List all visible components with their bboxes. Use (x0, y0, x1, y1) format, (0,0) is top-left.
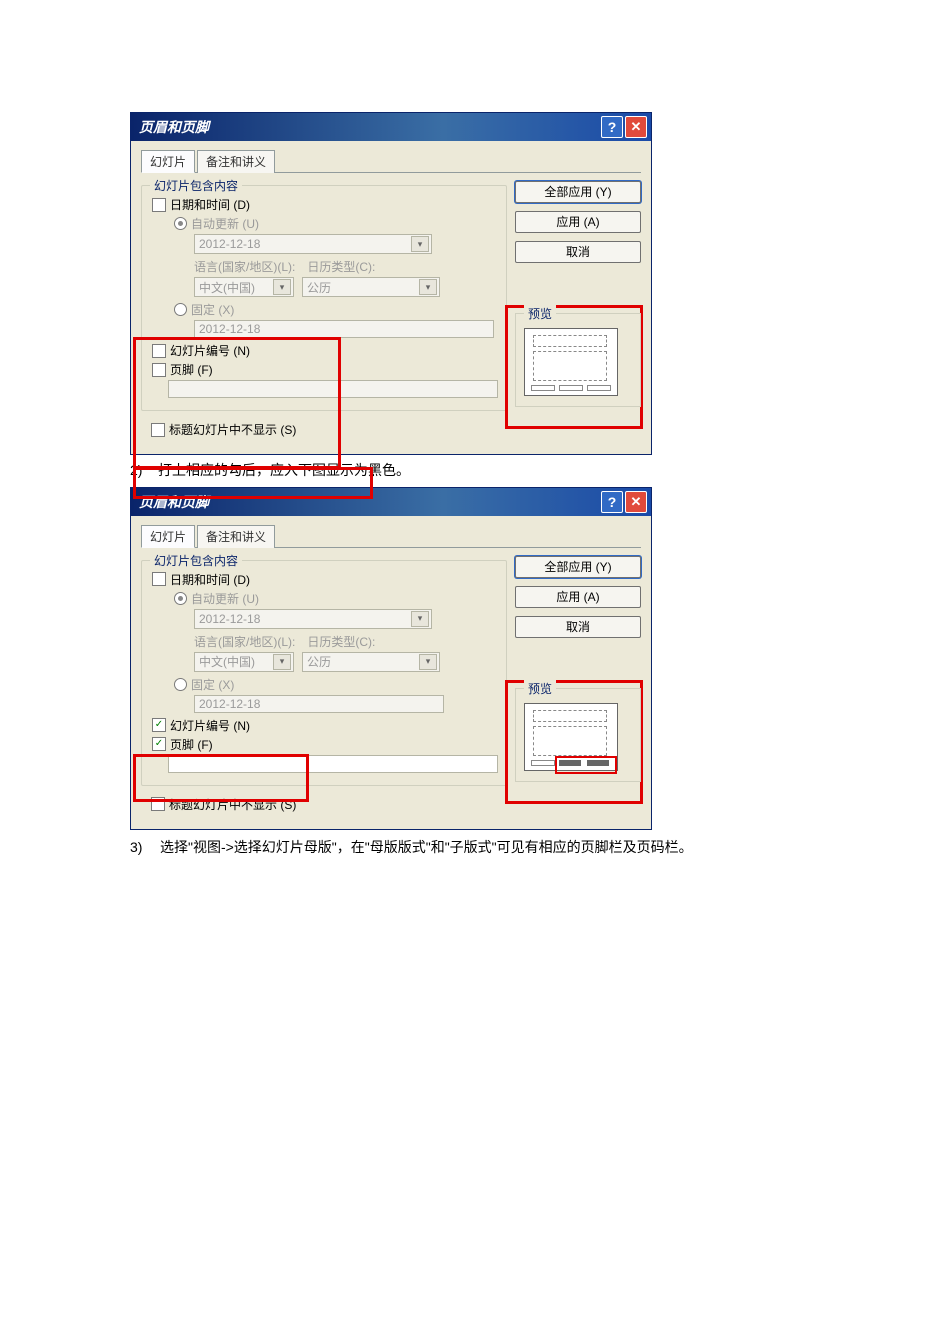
preview-label: 预览 (524, 680, 556, 697)
footer-text-input[interactable] (168, 380, 498, 398)
checkbox-not-on-title[interactable] (151, 797, 165, 811)
checkbox-slide-number[interactable]: ✓ (152, 718, 166, 732)
chevron-down-icon: ▾ (411, 611, 429, 627)
group-title: 幻灯片包含内容 (150, 177, 242, 194)
preview-group: 预览 (515, 313, 641, 407)
fixed-date-input[interactable]: 2012-12-18 (194, 320, 494, 338)
dialog-title: 页眉和页脚 (139, 492, 209, 512)
include-group: 幻灯片包含内容 日期和时间 (D) 自动更新 (U) 2012-12-18 (141, 185, 507, 411)
chevron-down-icon: ▾ (419, 654, 437, 670)
label-footer: 页脚 (F) (170, 361, 213, 378)
group-title: 幻灯片包含内容 (150, 552, 242, 569)
titlebar: 页眉和页脚 ? ✕ (131, 488, 651, 516)
fixed-date-input[interactable]: 2012-12-18 (194, 695, 444, 713)
checkbox-footer[interactable] (152, 363, 166, 377)
cancel-button[interactable]: 取消 (515, 241, 641, 263)
radio-auto-update[interactable] (174, 217, 187, 230)
apply-all-button[interactable]: 全部应用 (Y) (515, 181, 641, 203)
titlebar: 页眉和页脚 ? ✕ (131, 113, 651, 141)
header-footer-dialog-2: 页眉和页脚 ? ✕ 幻灯片 备注和讲义 幻灯片包含内容 日期和时间 (D) (130, 487, 652, 830)
preview-label: 预览 (524, 305, 556, 322)
header-footer-dialog-1: 页眉和页脚 ? ✕ 幻灯片 备注和讲义 幻灯片包含内容 日期和时间 (D) (130, 112, 652, 455)
checkbox-footer[interactable]: ✓ (152, 737, 166, 751)
help-button[interactable]: ? (601, 491, 623, 513)
label-auto-update: 自动更新 (U) (191, 215, 259, 232)
label-slide-number: 幻灯片编号 (N) (170, 717, 250, 734)
language-combo[interactable]: 中文(中国) ▾ (194, 277, 294, 297)
tab-notes[interactable]: 备注和讲义 (197, 150, 275, 173)
tab-slide[interactable]: 幻灯片 (141, 525, 195, 548)
label-slide-number: 幻灯片编号 (N) (170, 342, 250, 359)
chevron-down-icon: ▾ (411, 236, 429, 252)
tab-slide[interactable]: 幻灯片 (141, 150, 195, 173)
close-button[interactable]: ✕ (625, 116, 647, 138)
preview-slide (524, 703, 618, 771)
help-button[interactable]: ? (601, 116, 623, 138)
label-calendar: 日历类型(C): (307, 633, 375, 650)
close-button[interactable]: ✕ (625, 491, 647, 513)
tabs: 幻灯片 备注和讲义 (141, 149, 641, 173)
label-not-on-title: 标题幻灯片中不显示 (S) (169, 421, 296, 438)
checkbox-date-time[interactable] (152, 198, 166, 212)
radio-fixed[interactable] (174, 678, 187, 691)
label-fixed: 固定 (X) (191, 301, 234, 318)
dialog-title: 页眉和页脚 (139, 117, 209, 137)
checkbox-not-on-title[interactable] (151, 423, 165, 437)
step-2-text: 2)打上相应的勾后，应入下图显示为黑色。 (130, 459, 820, 483)
calendar-combo[interactable]: 公历 ▾ (302, 652, 440, 672)
tab-notes[interactable]: 备注和讲义 (197, 525, 275, 548)
preview-group: 预览 (515, 688, 641, 782)
checkbox-slide-number[interactable] (152, 344, 166, 358)
cancel-button[interactable]: 取消 (515, 616, 641, 638)
label-footer: 页脚 (F) (170, 736, 213, 753)
language-combo[interactable]: 中文(中国) ▾ (194, 652, 294, 672)
label-date-time: 日期和时间 (D) (170, 571, 250, 588)
footer-text-input[interactable] (168, 755, 498, 773)
apply-button[interactable]: 应用 (A) (515, 211, 641, 233)
label-language: 语言(国家/地区)(L): (194, 633, 295, 650)
step-3-text: 3) 选择"视图->选择幻灯片母版"，在"母版版式"和"子版式"可见有相应的页脚… (130, 834, 820, 861)
radio-auto-update[interactable] (174, 592, 187, 605)
tabs: 幻灯片 备注和讲义 (141, 524, 641, 548)
include-group: 幻灯片包含内容 日期和时间 (D) 自动更新 (U) 2012-12-18 (141, 560, 507, 786)
label-auto-update: 自动更新 (U) (191, 590, 259, 607)
apply-all-button[interactable]: 全部应用 (Y) (515, 556, 641, 578)
radio-fixed[interactable] (174, 303, 187, 316)
apply-button[interactable]: 应用 (A) (515, 586, 641, 608)
chevron-down-icon: ▾ (273, 654, 291, 670)
date-format-combo[interactable]: 2012-12-18 ▾ (194, 609, 432, 629)
label-calendar: 日历类型(C): (307, 258, 375, 275)
date-format-combo[interactable]: 2012-12-18 ▾ (194, 234, 432, 254)
label-not-on-title: 标题幻灯片中不显示 (S) (169, 796, 296, 813)
checkbox-date-time[interactable] (152, 572, 166, 586)
calendar-combo[interactable]: 公历 ▾ (302, 277, 440, 297)
chevron-down-icon: ▾ (273, 279, 291, 295)
chevron-down-icon: ▾ (419, 279, 437, 295)
label-date-time: 日期和时间 (D) (170, 196, 250, 213)
preview-slide (524, 328, 618, 396)
label-language: 语言(国家/地区)(L): (194, 258, 295, 275)
label-fixed: 固定 (X) (191, 676, 234, 693)
